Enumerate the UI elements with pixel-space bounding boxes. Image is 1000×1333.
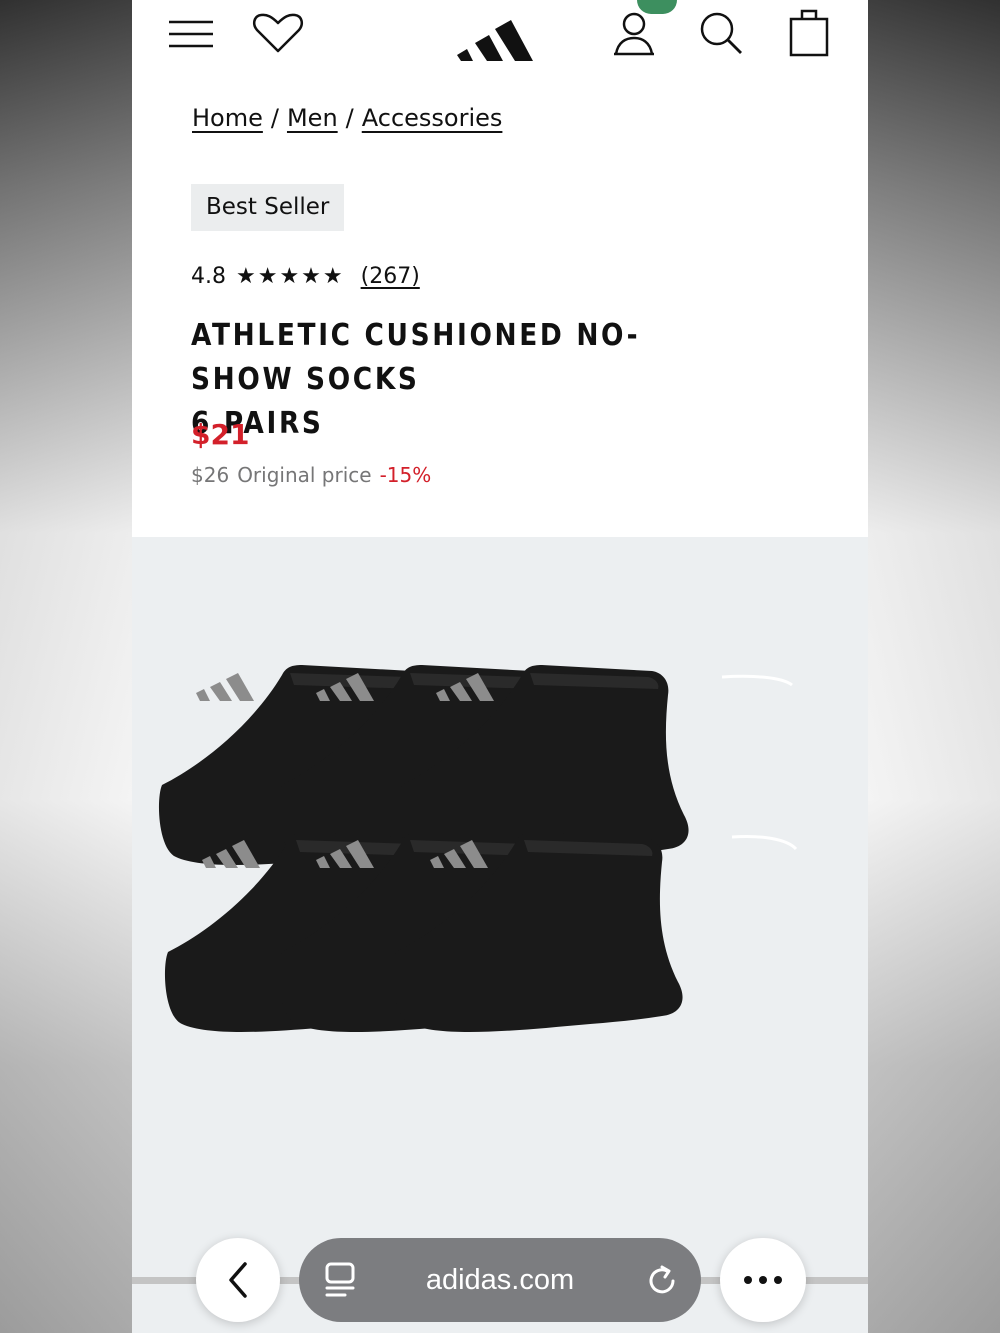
breadcrumb: Home / Men / Accessories (192, 104, 502, 132)
breadcrumb-separator: / (270, 104, 279, 132)
shopping-bag-icon (789, 9, 829, 57)
chevron-left-icon (229, 1262, 247, 1298)
adidas-logo[interactable] (454, 2, 546, 64)
url-text: adidas.com (425, 1263, 575, 1296)
breadcrumb-separator: / (345, 104, 354, 132)
menu-button[interactable] (166, 14, 216, 54)
shopping-bag-button[interactable] (784, 6, 834, 60)
address-bar[interactable]: adidas.com (299, 1238, 701, 1322)
best-seller-badge: Best Seller (191, 184, 345, 231)
product-title-line-1: ATHLETIC CUSHIONED NO-SHOW SOCKS (191, 318, 641, 397)
breadcrumb-accessories-link[interactable]: Accessories (362, 104, 503, 132)
search-icon (700, 12, 742, 54)
back-button[interactable] (196, 1238, 280, 1322)
site-header (132, 0, 868, 80)
original-price-label: Original price (237, 463, 372, 487)
mobile-page: Home / Men / Accessories Best Seller 4.8… (132, 0, 868, 1333)
product-title: ATHLETIC CUSHIONED NO-SHOW SOCKS 6 PAIRS (191, 314, 737, 446)
rating-value: 4.8 (191, 264, 226, 289)
wishlist-button[interactable] (250, 10, 306, 56)
original-price: $26 (191, 463, 230, 487)
reload-icon[interactable] (645, 1264, 679, 1298)
account-icon (614, 12, 654, 56)
breadcrumb-home-link[interactable]: Home (192, 104, 263, 132)
heart-icon (252, 13, 304, 53)
price-details: $26 Original price -15% (191, 463, 431, 487)
adidas-logo-icon (457, 20, 533, 61)
breadcrumb-men-link[interactable]: Men (287, 104, 338, 132)
socks-image (158, 665, 798, 1032)
product-rating[interactable]: 4.8 ★★★★★ (267) (191, 264, 420, 289)
product-image[interactable] (132, 537, 868, 1333)
sale-price: $21 (191, 418, 250, 451)
rating-stars-icon: ★★★★★ (236, 264, 345, 289)
menu-icon (169, 20, 213, 48)
review-count-link[interactable]: (267) (361, 264, 420, 289)
more-icon (744, 1276, 782, 1284)
search-button[interactable] (696, 10, 746, 56)
discount-percentage: -15% (379, 463, 432, 487)
product-title-line-2: 6 PAIRS (191, 406, 324, 441)
more-options-button[interactable] (720, 1238, 806, 1322)
account-button[interactable] (608, 8, 660, 58)
